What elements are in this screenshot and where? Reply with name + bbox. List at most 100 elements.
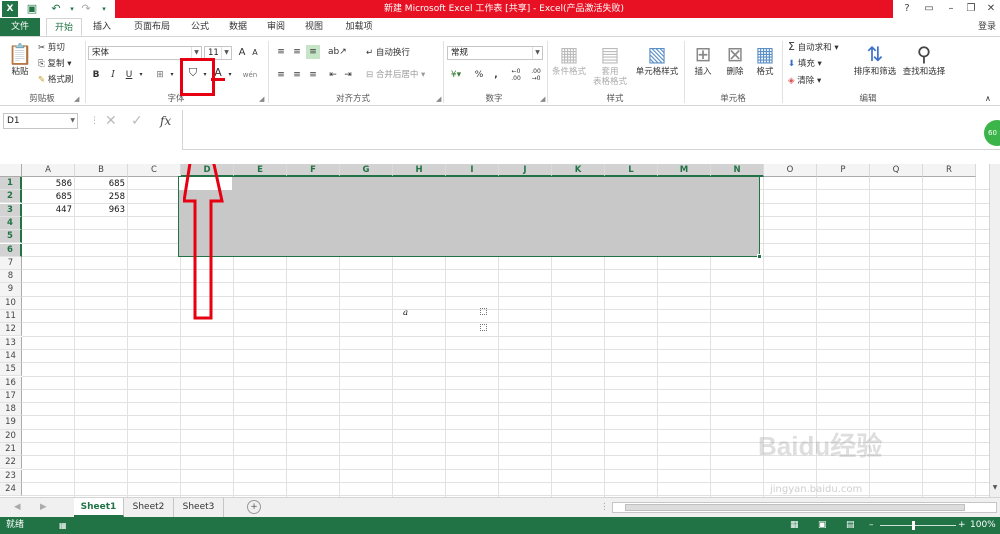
row-header-17[interactable]: 17 — [0, 389, 22, 403]
row-header-23[interactable]: 23 — [0, 469, 22, 483]
insert-cells-button[interactable]: ⊞ 插入 — [688, 41, 718, 77]
zoom-in-button[interactable]: + — [958, 517, 966, 534]
align-bottom-icon[interactable]: ≡ — [306, 45, 320, 59]
delete-cells-button[interactable]: ⊠ 删除 — [720, 41, 750, 77]
format-as-table-button[interactable]: ▤ 套用 表格格式 — [590, 41, 630, 87]
cut-button[interactable]: ✂ 剪切 — [38, 42, 65, 54]
tab-split-handle[interactable]: ⋮ — [600, 501, 609, 513]
row-header-15[interactable]: 15 — [0, 363, 22, 377]
row-header-19[interactable]: 19 — [0, 416, 22, 430]
row-header-13[interactable]: 13 — [0, 336, 22, 350]
tab-data[interactable]: 数据 — [222, 18, 254, 36]
row-header-5[interactable]: 5 — [0, 230, 22, 244]
row-header-7[interactable]: 7 — [0, 256, 22, 270]
sheet-tab-2[interactable]: Sheet2 — [124, 498, 174, 517]
borders-icon[interactable]: ⊞ — [152, 68, 168, 82]
row-header-9[interactable]: 9 — [0, 283, 22, 297]
tab-page-layout[interactable]: 页面布局 — [126, 18, 178, 36]
collapse-ribbon-icon[interactable]: ∧ — [985, 93, 991, 105]
cell-b3[interactable]: 963 — [75, 204, 125, 217]
row-header-4[interactable]: 4 — [0, 216, 22, 231]
undo-icon[interactable]: ↶ — [48, 1, 64, 17]
insert-function-button[interactable]: fx — [160, 112, 171, 130]
copy-button[interactable]: ⎘ 复制 ▾ — [38, 58, 72, 70]
number-format-select[interactable]: 常规 ▼ — [447, 46, 543, 60]
grow-font-icon[interactable]: A — [236, 46, 248, 60]
bold-button[interactable]: B — [89, 68, 103, 82]
tab-formulas[interactable]: 公式 — [184, 18, 216, 36]
decrease-indent-icon[interactable]: ⇤ — [327, 68, 339, 82]
tab-addins[interactable]: 加载项 — [338, 18, 380, 36]
increase-decimal-icon[interactable]: ←0.00 — [508, 68, 524, 82]
row-header-24[interactable]: 24 — [0, 482, 22, 497]
find-select-button[interactable]: ⚲ 查找和选择 — [900, 41, 948, 77]
column-header-q[interactable]: Q — [870, 164, 923, 177]
phonetic-icon[interactable]: wén — [241, 68, 259, 82]
cell-a3[interactable]: 447 — [22, 204, 72, 217]
row-header-20[interactable]: 20 — [0, 429, 22, 443]
save-icon[interactable]: ▣ — [24, 1, 40, 17]
cell-styles-button[interactable]: ▧ 单元格样式 — [632, 41, 682, 77]
zoom-slider[interactable] — [880, 525, 956, 526]
zoom-slider-thumb[interactable] — [912, 521, 915, 530]
fill-handle[interactable] — [757, 254, 762, 259]
horizontal-scrollbar[interactable] — [612, 502, 997, 513]
paste-button[interactable]: 📋 粘贴 — [6, 41, 34, 77]
add-sheet-button[interactable]: + — [247, 500, 261, 514]
merge-center-button[interactable]: ⊟ 合并后居中 ▾ — [366, 69, 425, 81]
align-left-icon[interactable]: ≡ — [274, 68, 288, 82]
align-right-icon[interactable]: ≡ — [306, 68, 320, 82]
column-header-o[interactable]: O — [764, 164, 817, 177]
cell-a2[interactable]: 685 — [22, 191, 72, 204]
row-header-10[interactable]: 10 — [0, 296, 22, 310]
row-header-2[interactable]: 2 — [0, 190, 22, 204]
next-sheet-icon[interactable]: ▶ — [40, 501, 47, 513]
cell-a1[interactable]: 586 — [22, 178, 72, 191]
font-launcher-icon[interactable]: ◢ — [259, 95, 264, 103]
underline-dropdown-icon[interactable]: ▾ — [137, 68, 145, 82]
row-header-1[interactable]: 1 — [0, 177, 22, 191]
column-header-a[interactable]: A — [22, 164, 75, 177]
sheet-tab-3[interactable]: Sheet3 — [174, 498, 224, 517]
help-button[interactable]: ? — [896, 0, 918, 18]
column-header-b[interactable]: B — [75, 164, 128, 177]
row-header-21[interactable]: 21 — [0, 443, 22, 457]
select-all-corner[interactable] — [0, 164, 22, 177]
currency-icon[interactable]: ¥▾ — [448, 68, 464, 82]
borders-dropdown-icon[interactable]: ▾ — [168, 68, 176, 82]
cell-b1[interactable]: 685 — [75, 178, 125, 191]
row-header-3[interactable]: 3 — [0, 203, 22, 217]
orientation-icon[interactable]: ab↗ — [328, 45, 347, 59]
row-header-18[interactable]: 18 — [0, 403, 22, 417]
align-middle-icon[interactable]: ≡ — [290, 45, 304, 59]
close-button[interactable]: ✕ — [980, 0, 1000, 18]
row-header-6[interactable]: 6 — [0, 243, 22, 257]
column-header-r[interactable]: R — [923, 164, 976, 177]
underline-button[interactable]: U — [122, 68, 136, 82]
clipboard-launcher-icon[interactable]: ◢ — [74, 95, 79, 103]
normal-view-icon[interactable]: ▦ — [790, 517, 799, 534]
tab-view[interactable]: 视图 — [298, 18, 330, 36]
zoom-level[interactable]: 100% — [970, 517, 996, 534]
redo-icon[interactable]: ↷ — [78, 1, 94, 17]
column-header-p[interactable]: P — [817, 164, 870, 177]
cell-b2[interactable]: 258 — [75, 191, 125, 204]
decrease-decimal-icon[interactable]: .00 →0 — [528, 68, 544, 82]
tab-home[interactable]: 开始 — [46, 18, 82, 36]
macro-record-icon[interactable]: ▦ — [59, 517, 67, 534]
wrap-text-button[interactable]: ↵ 自动换行 — [366, 47, 410, 59]
shrink-font-icon[interactable]: A — [249, 46, 261, 60]
minimize-button[interactable]: – — [940, 0, 962, 18]
font-color-dropdown-icon[interactable]: ▾ — [226, 68, 234, 82]
row-header-22[interactable]: 22 — [0, 456, 22, 470]
formula-input[interactable]: 60 — [182, 110, 1000, 150]
row-header-12[interactable]: 12 — [0, 323, 22, 337]
selected-range[interactable] — [178, 176, 760, 257]
row-header-14[interactable]: 14 — [0, 349, 22, 364]
clear-button[interactable]: ◈ 清除 ▾ — [788, 75, 821, 87]
page-layout-view-icon[interactable]: ▣ — [818, 517, 827, 534]
row-header-16[interactable]: 16 — [0, 376, 22, 390]
row-header-8[interactable]: 8 — [0, 270, 22, 284]
sheet-tab-1[interactable]: Sheet1 — [74, 498, 124, 517]
sort-filter-button[interactable]: ⇅ 排序和筛选 — [850, 41, 900, 77]
